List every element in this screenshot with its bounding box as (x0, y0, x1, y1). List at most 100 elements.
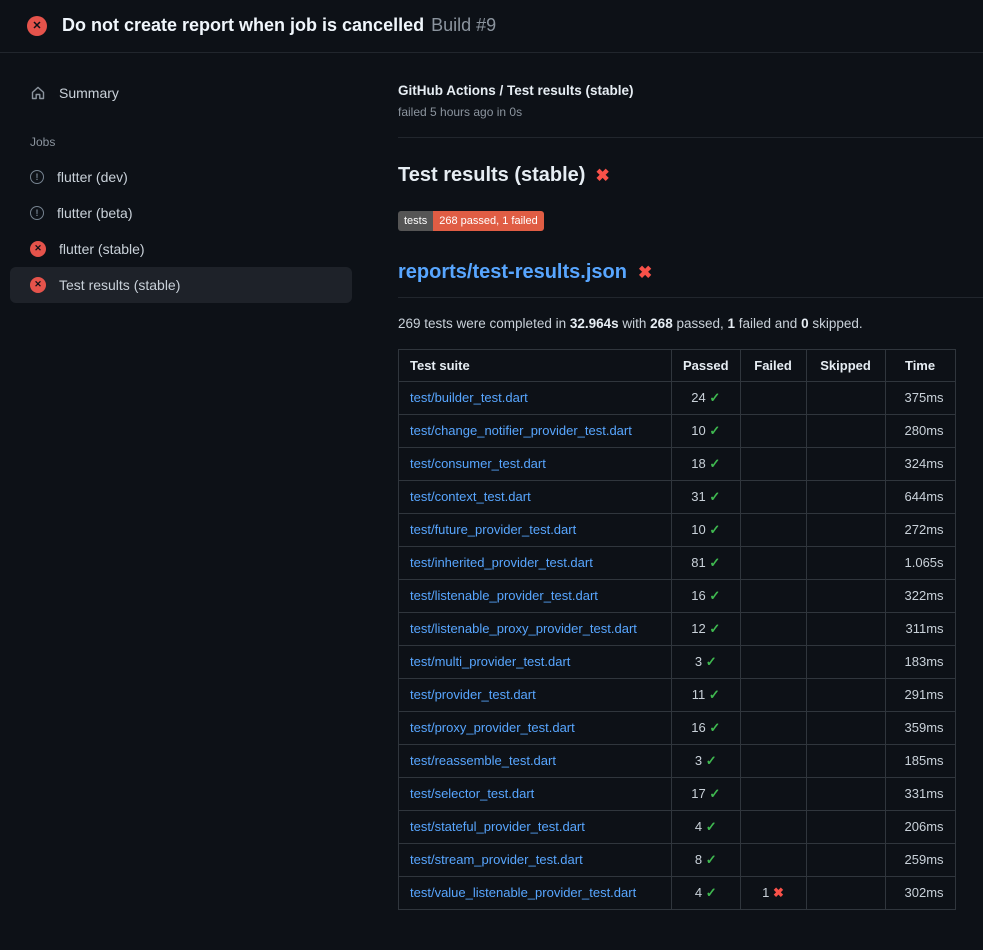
failed-cell (740, 744, 806, 777)
failed-cell (740, 777, 806, 810)
skipped-cell (806, 678, 885, 711)
table-row: test/reassemble_test.dart 3 ✓ 185ms (399, 744, 956, 777)
test-suite-link[interactable]: test/stateful_provider_test.dart (410, 819, 585, 834)
skipped-cell (806, 513, 885, 546)
table-row: test/provider_test.dart11 ✓291ms (399, 678, 956, 711)
skipped-cell (806, 612, 885, 645)
sidebar-job-item[interactable]: !flutter (beta) (10, 195, 352, 231)
suite-cell: test/listenable_provider_test.dart (399, 579, 672, 612)
test-suite-link[interactable]: test/listenable_provider_test.dart (410, 588, 598, 603)
summary-text: passed, (673, 316, 728, 331)
suite-cell: test/provider_test.dart (399, 678, 672, 711)
time-cell: 185ms (885, 744, 955, 777)
test-suite-link[interactable]: test/change_notifier_provider_test.dart (410, 423, 632, 438)
skipped-cell (806, 711, 885, 744)
passed-cell: 3 ✓ (672, 744, 741, 777)
check-icon: ✓ (706, 654, 717, 669)
count-value: 4 (695, 819, 706, 834)
failed-cell (740, 480, 806, 513)
count-value: 12 (691, 621, 709, 636)
skipped-cell (806, 843, 885, 876)
suite-cell: test/proxy_provider_test.dart (399, 711, 672, 744)
failed-cell (740, 810, 806, 843)
section-title-row: Test results (stable) ✖ (398, 164, 983, 187)
suite-cell: test/reassemble_test.dart (399, 744, 672, 777)
passed-cell: 18 ✓ (672, 447, 741, 480)
x-icon: ✖ (773, 885, 784, 900)
skipped-cell (806, 579, 885, 612)
test-suite-link[interactable]: test/proxy_provider_test.dart (410, 720, 575, 735)
sidebar-jobs-heading: Jobs (10, 111, 352, 159)
suite-cell: test/value_listenable_provider_test.dart (399, 876, 672, 909)
test-suite-link[interactable]: test/value_listenable_provider_test.dart (410, 885, 636, 900)
test-suite-link[interactable]: test/multi_provider_test.dart (410, 654, 570, 669)
time-cell: 291ms (885, 678, 955, 711)
test-suite-link[interactable]: test/future_provider_test.dart (410, 522, 576, 537)
sidebar-job-item[interactable]: ✕Test results (stable) (10, 267, 352, 303)
check-icon: ✓ (709, 456, 720, 471)
test-results-table: Test suitePassedFailedSkippedTime test/b… (398, 349, 956, 910)
passed-cell: 24 ✓ (672, 381, 741, 414)
sidebar-job-item[interactable]: ✕flutter (stable) (10, 231, 352, 267)
suite-cell: test/change_notifier_provider_test.dart (399, 414, 672, 447)
time-cell: 644ms (885, 480, 955, 513)
test-suite-link[interactable]: test/context_test.dart (410, 489, 531, 504)
test-suite-link[interactable]: test/listenable_proxy_provider_test.dart (410, 621, 637, 636)
suite-cell: test/builder_test.dart (399, 381, 672, 414)
time-cell: 311ms (885, 612, 955, 645)
test-suite-link[interactable]: test/stream_provider_test.dart (410, 852, 583, 867)
count-value: 10 (691, 522, 709, 537)
test-suite-link[interactable]: test/builder_test.dart (410, 390, 528, 405)
summary-text: with (619, 316, 651, 331)
suite-cell: test/inherited_provider_test.dart (399, 546, 672, 579)
count-value: 4 (695, 885, 706, 900)
count-value: 24 (691, 390, 709, 405)
suite-cell: test/selector_test.dart (399, 777, 672, 810)
x-circle-icon: ✕ (30, 241, 46, 257)
exclamation-circle-icon: ! (30, 206, 44, 220)
skipped-cell (806, 414, 885, 447)
summary-passed-count: 268 (650, 316, 673, 331)
count-value: 11 (692, 687, 709, 702)
badge-label: tests (398, 211, 433, 231)
check-icon: ✓ (709, 621, 720, 636)
time-cell: 206ms (885, 810, 955, 843)
passed-cell: 17 ✓ (672, 777, 741, 810)
suite-cell: test/stateful_provider_test.dart (399, 810, 672, 843)
sidebar-item-summary[interactable]: Summary (10, 75, 352, 111)
count-value: 18 (691, 456, 709, 471)
skipped-cell (806, 447, 885, 480)
column-header: Skipped (806, 349, 885, 381)
table-row: test/builder_test.dart 24 ✓ 375ms (399, 381, 956, 414)
check-icon: ✓ (706, 852, 717, 867)
test-suite-link[interactable]: test/provider_test.dart (410, 687, 536, 702)
test-suite-link[interactable]: test/inherited_provider_test.dart (410, 555, 593, 570)
suite-cell: test/context_test.dart (399, 480, 672, 513)
check-icon: ✓ (709, 522, 720, 537)
time-cell: 375ms (885, 381, 955, 414)
time-cell: 302ms (885, 876, 955, 909)
skipped-cell (806, 480, 885, 513)
suite-cell: test/multi_provider_test.dart (399, 645, 672, 678)
sidebar-jobs: !flutter (dev)!flutter (beta)✕flutter (s… (10, 159, 352, 303)
table-row: test/consumer_test.dart18 ✓324ms (399, 447, 956, 480)
suite-cell: test/future_provider_test.dart (399, 513, 672, 546)
report-file-link[interactable]: reports/test-results.json (398, 261, 627, 284)
check-icon: ✓ (706, 819, 717, 834)
table-row: test/stream_provider_test.dart8 ✓259ms (399, 843, 956, 876)
test-suite-link[interactable]: test/consumer_test.dart (410, 456, 546, 471)
column-header: Failed (740, 349, 806, 381)
test-suite-link[interactable]: test/reassemble_test.dart (410, 753, 556, 768)
time-cell: 183ms (885, 645, 955, 678)
failed-x-circle-icon: ✕ (27, 16, 47, 36)
time-cell: 331ms (885, 777, 955, 810)
test-suite-link[interactable]: test/selector_test.dart (410, 786, 534, 801)
check-icon: ✓ (709, 390, 720, 405)
summary-text: skipped. (809, 316, 863, 331)
sidebar-job-item[interactable]: !flutter (dev) (10, 159, 352, 195)
summary-skipped-count: 0 (801, 316, 809, 331)
tests-status-badge: tests 268 passed, 1 failed (398, 211, 544, 231)
column-header: Passed (672, 349, 741, 381)
failed-cell (740, 381, 806, 414)
table-row: test/listenable_provider_test.dart16 ✓32… (399, 579, 956, 612)
